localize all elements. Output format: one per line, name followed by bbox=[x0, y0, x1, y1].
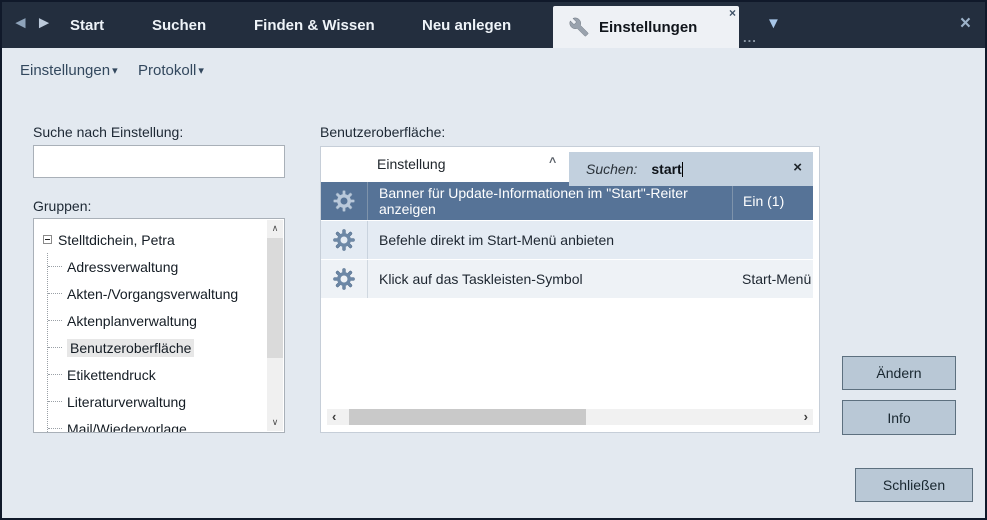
scroll-up-icon[interactable]: ∧ bbox=[267, 223, 283, 234]
menubar: Einstellungen▾ Protokoll▾ bbox=[2, 48, 985, 88]
search-setting-label: Suche nach Einstellung: bbox=[33, 124, 183, 140]
tree-item-label: Benutzeroberfläche bbox=[67, 339, 194, 357]
tree-root-node[interactable]: Stelltdichein, Petra bbox=[43, 226, 266, 253]
scrollbar-thumb[interactable] bbox=[267, 238, 283, 358]
scroll-left-icon[interactable]: ‹ bbox=[332, 409, 336, 424]
scrollbar-thumb[interactable] bbox=[349, 409, 586, 425]
horizontal-scrollbar[interactable]: ‹ › bbox=[327, 409, 813, 425]
tree-item-label: Etikettendruck bbox=[67, 367, 156, 383]
column-header-einstellung[interactable]: Einstellung bbox=[377, 156, 446, 172]
table-search-value: start bbox=[651, 161, 681, 177]
chevron-down-icon: ▾ bbox=[198, 65, 204, 77]
setting-value: Start-Menü bbox=[732, 260, 813, 298]
settings-window: ◄ ► Start Suchen Finden & Wissen Neu anl… bbox=[0, 0, 987, 520]
tab-einstellungen-label: Einstellungen bbox=[599, 19, 697, 36]
collapse-icon[interactable] bbox=[43, 235, 52, 244]
text-cursor bbox=[682, 162, 683, 177]
ribbon-tab-bar: ◄ ► Start Suchen Finden & Wissen Neu anl… bbox=[2, 2, 985, 48]
settings-table: Einstellung ∧ Suchen: start × bbox=[320, 146, 820, 433]
groups-tree: Stelltdichein, Petra Adressverwaltung Ak… bbox=[33, 218, 285, 433]
tree-item-label: Literaturverwaltung bbox=[67, 394, 186, 410]
gear-icon bbox=[332, 267, 356, 291]
groups-label: Gruppen: bbox=[33, 198, 91, 214]
setting-value bbox=[732, 221, 813, 259]
gear-icon bbox=[332, 189, 356, 213]
setting-value: Ein (1) bbox=[732, 182, 813, 220]
tab-start[interactable]: Start bbox=[70, 2, 104, 48]
sort-ascending-icon[interactable]: ∧ bbox=[548, 155, 558, 166]
tree-item-label: Adressverwaltung bbox=[67, 259, 178, 275]
setting-name: Klick auf das Taskleisten-Symbol bbox=[368, 260, 732, 298]
tab-close-icon[interactable]: × bbox=[729, 7, 736, 19]
table-search-input[interactable]: start bbox=[651, 161, 682, 177]
tab-dropdown-icon[interactable]: ▼ bbox=[766, 15, 781, 32]
nav-arrows: ◄ ► bbox=[12, 13, 53, 33]
menu-einstellungen-label: Einstellungen bbox=[20, 62, 110, 79]
setting-name: Befehle direkt im Start-Menü anbieten bbox=[368, 221, 732, 259]
setting-name: Banner für Update-Informationen im "Star… bbox=[368, 182, 732, 220]
tree-item-aktenplanverwaltung[interactable]: Aktenplanverwaltung bbox=[48, 307, 266, 334]
tree-item-benutzeroberflaeche[interactable]: Benutzeroberfläche bbox=[48, 334, 266, 361]
tab-overflow-ellipsis: ... bbox=[743, 30, 757, 45]
settings-group-title: Benutzeroberfläche: bbox=[320, 124, 445, 140]
scroll-right-icon[interactable]: › bbox=[804, 409, 808, 424]
tree-item-literaturverwaltung[interactable]: Literaturverwaltung bbox=[48, 388, 266, 415]
tree-root-label: Stelltdichein, Petra bbox=[58, 232, 175, 248]
menu-protokoll-label: Protokoll bbox=[138, 62, 196, 79]
wrench-icon bbox=[569, 17, 589, 37]
table-row[interactable]: Klick auf das Taskleisten-Symbol Start-M… bbox=[321, 260, 813, 298]
tree-item-label: Mail/Wiedervorlage bbox=[67, 421, 187, 433]
window-close-icon[interactable]: × bbox=[960, 13, 971, 35]
search-setting-input[interactable] bbox=[33, 145, 285, 178]
tree-item-label: Aktenplanverwaltung bbox=[67, 313, 197, 329]
search-close-icon[interactable]: × bbox=[793, 159, 802, 176]
forward-icon[interactable]: ► bbox=[36, 13, 54, 32]
tree-scrollbar[interactable]: ∧ ∨ bbox=[267, 220, 283, 431]
tab-einstellungen-active[interactable]: Einstellungen × bbox=[553, 6, 739, 48]
table-search-label: Suchen: bbox=[586, 161, 637, 177]
table-search-overlay: Suchen: start × bbox=[569, 152, 813, 186]
gear-icon bbox=[332, 228, 356, 252]
tab-neu-anlegen[interactable]: Neu anlegen bbox=[422, 2, 511, 48]
schliessen-button[interactable]: Schließen bbox=[855, 468, 973, 502]
tab-finden-wissen[interactable]: Finden & Wissen bbox=[254, 2, 375, 48]
tab-suchen[interactable]: Suchen bbox=[152, 2, 206, 48]
aendern-button[interactable]: Ändern bbox=[842, 356, 956, 390]
tree-item-label: Akten-/Vorgangsverwaltung bbox=[67, 286, 238, 302]
chevron-down-icon: ▾ bbox=[112, 65, 118, 77]
menu-protokoll[interactable]: Protokoll▾ bbox=[138, 62, 204, 79]
tree-item-mail-wiedervorlage[interactable]: Mail/Wiedervorlage bbox=[48, 415, 266, 432]
tree-item-adressverwaltung[interactable]: Adressverwaltung bbox=[48, 253, 266, 280]
tree-item-akten-vorgangsverwaltung[interactable]: Akten-/Vorgangsverwaltung bbox=[48, 280, 266, 307]
table-row[interactable]: Banner für Update-Informationen im "Star… bbox=[321, 182, 813, 220]
scroll-down-icon[interactable]: ∨ bbox=[267, 417, 283, 428]
back-icon[interactable]: ◄ bbox=[12, 13, 30, 32]
menu-einstellungen[interactable]: Einstellungen▾ bbox=[20, 62, 118, 79]
table-row[interactable]: Befehle direkt im Start-Menü anbieten bbox=[321, 221, 813, 259]
tree-item-etikettendruck[interactable]: Etikettendruck bbox=[48, 361, 266, 388]
info-button[interactable]: Info bbox=[842, 400, 956, 435]
